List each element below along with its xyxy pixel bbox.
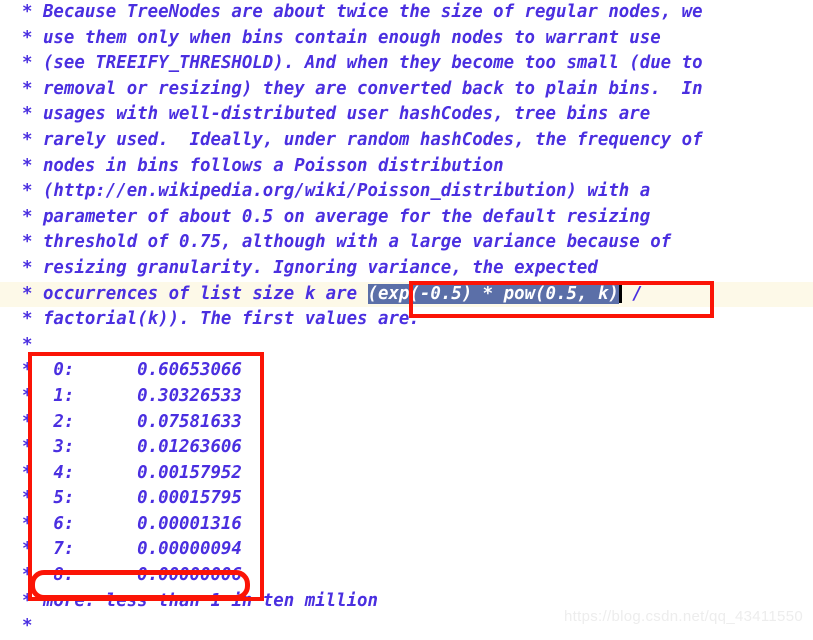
poisson-row-8[interactable]: * 8: 0.00000006 bbox=[0, 563, 813, 589]
code-line-5[interactable]: * rarely used. Ideally, under random has… bbox=[0, 128, 813, 154]
poisson-row-6[interactable]: * 6: 0.00001316 bbox=[0, 512, 813, 538]
code-line-7[interactable]: * (http://en.wikipedia.org/wiki/Poisson_… bbox=[0, 179, 813, 205]
code-line-selection[interactable]: * occurrences of list size k are (exp(-0… bbox=[0, 281, 813, 308]
selected-expression[interactable]: (exp(-0.5) * pow(0.5, k) bbox=[367, 283, 619, 304]
poisson-row-5[interactable]: * 5: 0.00015795 bbox=[0, 486, 813, 512]
poisson-row-2[interactable]: * 2: 0.07581633 bbox=[0, 410, 813, 436]
code-line-after-0[interactable]: * factorial(k)). The first values are: bbox=[0, 307, 813, 333]
code-line-after-1[interactable]: * bbox=[0, 333, 813, 359]
selection-line-prefix: * occurrences of list size k are bbox=[22, 283, 368, 304]
code-editor-screenshot: * Because TreeNodes are about twice the … bbox=[0, 0, 813, 640]
code-line-1[interactable]: * use them only when bins contain enough… bbox=[0, 26, 813, 52]
code-line-4[interactable]: * usages with well-distributed user hash… bbox=[0, 102, 813, 128]
poisson-row-4[interactable]: * 4: 0.00157952 bbox=[0, 461, 813, 487]
poisson-row-7[interactable]: * 7: 0.00000094 bbox=[0, 537, 813, 563]
watermark-text: https://blog.csdn.net/qq_43411550 bbox=[564, 608, 803, 625]
poisson-row-3[interactable]: * 3: 0.01263606 bbox=[0, 435, 813, 461]
code-line-9[interactable]: * threshold of 0.75, although with a lar… bbox=[0, 230, 813, 256]
code-line-3[interactable]: * removal or resizing) they are converte… bbox=[0, 77, 813, 103]
code-line-10[interactable]: * resizing granularity. Ignoring varianc… bbox=[0, 256, 813, 282]
code-line-2[interactable]: * (see TREEIFY_THRESHOLD). And when they… bbox=[0, 51, 813, 77]
code-line-8[interactable]: * parameter of about 0.5 on average for … bbox=[0, 205, 813, 231]
poisson-row-1[interactable]: * 1: 0.30326533 bbox=[0, 384, 813, 410]
selection-line-suffix: / bbox=[621, 283, 643, 304]
code-line-6[interactable]: * nodes in bins follows a Poisson distri… bbox=[0, 154, 813, 180]
code-line-0[interactable]: * Because TreeNodes are about twice the … bbox=[0, 0, 813, 26]
code-editor-surface[interactable]: * Because TreeNodes are about twice the … bbox=[0, 0, 813, 640]
poisson-row-0[interactable]: * 0: 0.60653066 bbox=[0, 358, 813, 384]
